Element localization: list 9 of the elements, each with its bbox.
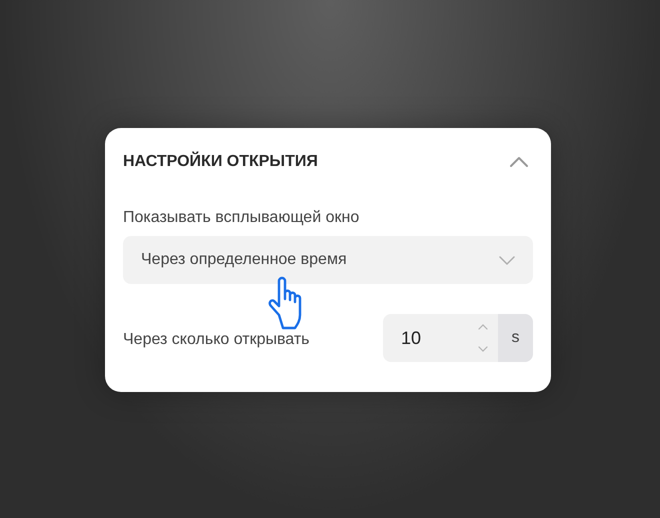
section-title: НАСТРОЙКИ ОТКРЫТИЯ (123, 150, 318, 172)
field-label: Показывать всплывающей окно (123, 208, 360, 228)
dropdown[interactable]: Через определенное время (123, 236, 533, 284)
unit-label: s (498, 314, 533, 362)
field-label: Через сколько открывать (123, 330, 310, 350)
chevron-up-icon[interactable] (509, 156, 529, 168)
chevron-down-icon (499, 256, 515, 264)
number-input[interactable]: 10 (383, 314, 498, 362)
spinner-arrows-icon[interactable] (478, 324, 488, 352)
